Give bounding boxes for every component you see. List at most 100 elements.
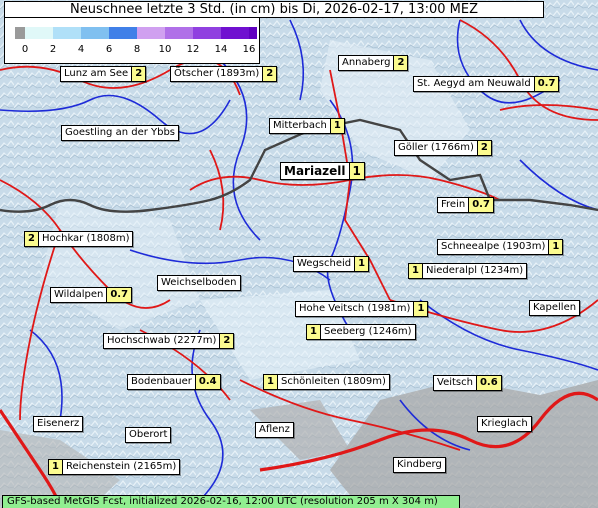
- snow-value: 1: [264, 375, 278, 389]
- snow-value: 0.7: [468, 198, 493, 212]
- place-label-seeberg-1246m: 1 Seeberg (1246m): [306, 324, 416, 340]
- place-name: Mitterbach: [273, 120, 327, 131]
- place-label-göller-1766m: Göller (1766m) 2: [394, 140, 492, 156]
- snow-value: 0.4: [194, 375, 220, 389]
- legend-swatch-start: [15, 27, 25, 39]
- snow-value: 1: [413, 302, 428, 316]
- place-label-hohe-veitsch-1981m: Hohe Veitsch (1981m) 1: [295, 301, 429, 317]
- place-label-reichenstein-2165m: 1 Reichenstein (2165m): [48, 459, 181, 475]
- legend-tick-label: 0: [21, 44, 29, 55]
- place-label-mariazell: Mariazell 1: [280, 162, 365, 180]
- map-title: Neuschnee letzte 3 Std. (in cm) bis Di, …: [4, 1, 544, 18]
- place-name: Aflenz: [259, 424, 290, 435]
- snow-value: 2: [262, 67, 277, 81]
- legend-swatch: [193, 27, 221, 39]
- snow-value: 2: [219, 334, 234, 348]
- place-label-aflenz: Aflenz: [255, 422, 294, 438]
- legend-tick-label: 2: [49, 44, 57, 55]
- place-name: Niederalpl (1234m): [425, 265, 524, 276]
- legend-swatch: [109, 27, 137, 39]
- place-name: Kapellen: [533, 302, 577, 313]
- place-name: St. Aegyd am Neuwald: [417, 78, 531, 89]
- place-name: Eisenerz: [37, 418, 80, 429]
- snow-value: 0.7: [106, 288, 132, 302]
- legend-tick-label: 12: [186, 44, 200, 55]
- place-name: Reichenstein (2165m): [65, 461, 177, 472]
- place-label-st-aegyd-am-neuwald: St. Aegyd am Neuwald 0.7: [413, 76, 560, 92]
- place-name: Mariazell: [284, 164, 346, 178]
- legend-tick-label: 14: [214, 44, 228, 55]
- model-info-footer: GFS-based MetGIS Fcst, initialized 2026-…: [2, 495, 460, 508]
- place-label-goestling-an-der-ybbs: Goestling an der Ybbs: [61, 125, 180, 141]
- place-name: Hochschwab (2277m): [107, 335, 217, 346]
- place-name: Göller (1766m): [398, 142, 474, 153]
- place-name: Ötscher (1893m): [174, 68, 260, 79]
- place-name: Bodenbauer: [131, 376, 192, 387]
- snow-legend: 0 2 4 6 8 10 12 14 16: [4, 17, 260, 64]
- place-label-annaberg: Annaberg 2: [338, 55, 409, 71]
- place-name: Hochkar (1808m): [41, 233, 130, 244]
- place-name: Veitsch: [437, 377, 473, 388]
- place-label-mitterbach: Mitterbach 1: [269, 118, 345, 134]
- legend-tick-label: 10: [158, 44, 172, 55]
- place-label-kapellen: Kapellen: [529, 300, 581, 316]
- place-label-ötscher-1893m: Ötscher (1893m) 2: [170, 66, 278, 82]
- place-name: Annaberg: [342, 57, 391, 68]
- place-label-krieglach: Krieglach: [477, 416, 532, 432]
- legend-swatch: [221, 27, 249, 39]
- place-label-bodenbauer: Bodenbauer 0.4: [127, 374, 221, 390]
- place-name: Frein: [441, 199, 466, 210]
- legend-tick-label: 8: [133, 44, 141, 55]
- place-label-schönleiten-1809m: 1 Schönleiten (1809m): [263, 374, 390, 390]
- legend-tick-label: 4: [77, 44, 85, 55]
- place-label-niederalpl-1234m: 1 Niederalpl (1234m): [408, 263, 528, 279]
- snow-value: 1: [329, 119, 344, 133]
- place-name: Wegscheid: [297, 258, 352, 269]
- snow-value: 1: [49, 460, 63, 474]
- place-name: Schönleiten (1809m): [280, 376, 386, 387]
- place-label-wildalpen: Wildalpen 0.7: [50, 287, 133, 303]
- place-label-frein: Frein 0.7: [437, 197, 494, 213]
- place-name: Lunz am See: [64, 68, 129, 79]
- snow-value: 1: [548, 240, 563, 254]
- place-name: Goestling an der Ybbs: [65, 127, 176, 138]
- place-name: Oberort: [129, 429, 168, 440]
- place-name: Seeberg (1246m): [323, 326, 412, 337]
- place-label-weichselboden: Weichselboden: [157, 275, 241, 291]
- legend-swatch: [81, 27, 109, 39]
- snow-value: 2: [25, 232, 39, 246]
- snow-value: 0.6: [475, 376, 501, 390]
- place-name: Schneealpe (1903m): [441, 241, 546, 252]
- place-label-kindberg: Kindberg: [393, 457, 446, 473]
- place-name: Wildalpen: [54, 289, 104, 300]
- legend-swatch-end: [249, 27, 257, 39]
- snow-map: Neuschnee letzte 3 Std. (in cm) bis Di, …: [0, 0, 598, 508]
- snow-value: 1: [409, 264, 423, 278]
- legend-tick-label: 6: [105, 44, 113, 55]
- legend-swatch: [137, 27, 165, 39]
- place-label-hochkar-1808m: 2 Hochkar (1808m): [24, 231, 134, 247]
- snow-value: 2: [131, 67, 146, 81]
- snow-value: 2: [393, 56, 408, 70]
- place-label-oberort: Oberort: [125, 427, 172, 443]
- place-label-hochschwab-2277m: Hochschwab (2277m) 2: [103, 333, 235, 349]
- legend-color-bar: [15, 27, 257, 39]
- snow-value: 1: [307, 325, 321, 339]
- place-label-wegscheid: Wegscheid 1: [293, 256, 370, 272]
- snow-value: 0.7: [533, 77, 559, 91]
- legend-swatch: [165, 27, 193, 39]
- place-label-eisenerz: Eisenerz: [33, 416, 84, 432]
- place-name: Kindberg: [397, 459, 442, 470]
- place-label-lunz-am-see: Lunz am See 2: [60, 66, 147, 82]
- snow-value: 1: [348, 163, 364, 179]
- place-label-veitsch: Veitsch 0.6: [433, 375, 502, 391]
- snow-value: 2: [476, 141, 491, 155]
- place-name: Hohe Veitsch (1981m): [299, 303, 411, 314]
- place-name: Weichselboden: [161, 277, 237, 288]
- snow-value: 1: [354, 257, 369, 271]
- place-label-schneealpe-1903m: Schneealpe (1903m) 1: [437, 239, 564, 255]
- legend-tick-label: 16: [242, 44, 256, 55]
- legend-swatch: [53, 27, 81, 39]
- legend-swatch: [25, 27, 53, 39]
- place-name: Krieglach: [481, 418, 528, 429]
